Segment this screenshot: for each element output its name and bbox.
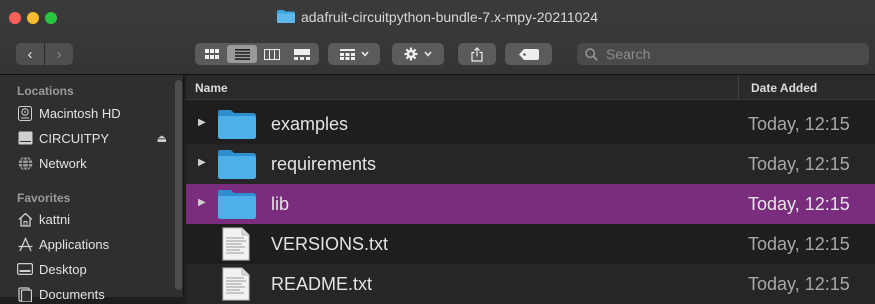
file-date-added: Today, 12:15 <box>748 114 850 134</box>
file-name: requirements <box>271 154 377 174</box>
sidebar: Locations Macintosh HD CIRCUITPY ⏏ Netwo… <box>0 75 184 302</box>
sidebar-item-kattni[interactable]: kattni <box>17 210 167 228</box>
applications-icon <box>17 236 33 252</box>
sidebar-heading-favorites: Favorites <box>17 191 71 205</box>
file-row-versions-txt[interactable]: VERSIONS.txt Today, 12:15 <box>186 224 875 264</box>
sidebar-item-network[interactable]: Network <box>17 154 167 172</box>
icon-view-button[interactable] <box>197 45 227 63</box>
tag-icon <box>518 48 539 60</box>
group-grid-icon <box>339 48 355 60</box>
sidebar-item-label: kattni <box>39 211 71 227</box>
sidebar-scrollbar[interactable] <box>175 80 182 290</box>
sidebar-item-label: CIRCUITPY <box>39 130 110 146</box>
text-document-icon <box>222 267 250 301</box>
list-icon <box>234 48 250 60</box>
file-date-added: Today, 12:15 <box>748 154 850 174</box>
gallery-icon <box>294 48 310 60</box>
sidebar-item-label: Desktop <box>39 261 87 277</box>
list-view-button[interactable] <box>227 45 257 63</box>
home-icon <box>17 211 33 227</box>
grid-icon <box>205 48 219 59</box>
forward-button[interactable]: › <box>45 46 73 63</box>
sidebar-item-desktop[interactable]: Desktop <box>17 260 167 278</box>
sidebar-item-circuitpy[interactable]: CIRCUITPY ⏏ <box>17 129 167 147</box>
gear-icon <box>404 47 418 61</box>
date-added-column-header[interactable]: Date Added <box>751 81 817 95</box>
sidebar-item-label: Network <box>39 155 87 171</box>
file-list: Name Date Added ▶ examples Today, 12:15 … <box>186 75 875 304</box>
disclosure-triangle-icon[interactable]: ▶ <box>198 197 206 208</box>
file-name: VERSIONS.txt <box>271 234 389 254</box>
share-icon <box>471 46 483 62</box>
sidebar-heading-locations: Locations <box>17 84 74 98</box>
group-by-button[interactable] <box>328 43 380 65</box>
tags-button[interactable] <box>505 43 552 65</box>
columns-icon <box>264 48 280 60</box>
documents-icon <box>17 286 33 302</box>
desktop-icon <box>17 261 33 277</box>
column-view-button[interactable] <box>257 45 287 63</box>
sidebar-item-macintosh-hd[interactable]: Macintosh HD <box>17 104 167 122</box>
sidebar-item-label: Applications <box>39 236 110 252</box>
chevron-down-icon <box>424 51 432 57</box>
back-button[interactable]: ‹ <box>16 46 44 63</box>
file-date-added: Today, 12:15 <box>748 274 850 294</box>
sidebar-item-applications[interactable]: Applications <box>17 235 167 253</box>
column-header: Name Date Added <box>186 75 875 100</box>
name-column-header[interactable]: Name <box>195 81 228 95</box>
external-drive-icon <box>17 130 33 146</box>
file-row-examples[interactable]: ▶ examples Today, 12:15 <box>186 104 875 144</box>
toolbar: adafruit-circuitpython-bundle-7.x-mpy-20… <box>0 0 875 75</box>
navigation-buttons: ‹ › <box>16 43 73 65</box>
file-row-requirements[interactable]: ▶ requirements Today, 12:15 <box>186 144 875 184</box>
folder-icon <box>218 110 256 139</box>
disclosure-triangle-icon[interactable]: ▶ <box>198 117 206 128</box>
search-icon <box>585 47 598 61</box>
sidebar-item-label: Macintosh HD <box>39 105 121 121</box>
folder-icon <box>218 190 256 219</box>
folder-icon <box>218 150 256 179</box>
harddisk-icon <box>17 105 33 121</box>
file-name: lib <box>271 194 290 214</box>
file-name: README.txt <box>271 274 373 294</box>
text-document-icon <box>222 227 250 261</box>
chevron-down-icon <box>360 51 369 57</box>
disclosure-triangle-icon[interactable]: ▶ <box>198 157 206 168</box>
file-date-added: Today, 12:15 <box>748 234 850 254</box>
search-input[interactable] <box>604 45 848 63</box>
view-mode-control <box>195 43 319 65</box>
window-title-bar: adafruit-circuitpython-bundle-7.x-mpy-20… <box>0 7 875 27</box>
sidebar-item-documents[interactable]: Documents <box>17 285 167 303</box>
file-name: examples <box>271 114 349 134</box>
share-button[interactable] <box>458 43 496 65</box>
file-row-readme-txt[interactable]: README.txt Today, 12:15 <box>186 264 875 304</box>
folder-icon <box>276 10 295 23</box>
sidebar-item-label: Documents <box>39 286 105 302</box>
eject-icon[interactable]: ⏏ <box>157 132 167 145</box>
network-globe-icon <box>17 155 33 171</box>
search-field[interactable] <box>577 43 869 65</box>
gallery-view-button[interactable] <box>287 45 317 63</box>
action-menu-button[interactable] <box>392 43 444 65</box>
window-title: adafruit-circuitpython-bundle-7.x-mpy-20… <box>300 9 598 25</box>
file-row-lib[interactable]: ▶ lib Today, 12:15 <box>186 184 875 224</box>
file-date-added: Today, 12:15 <box>748 194 850 214</box>
